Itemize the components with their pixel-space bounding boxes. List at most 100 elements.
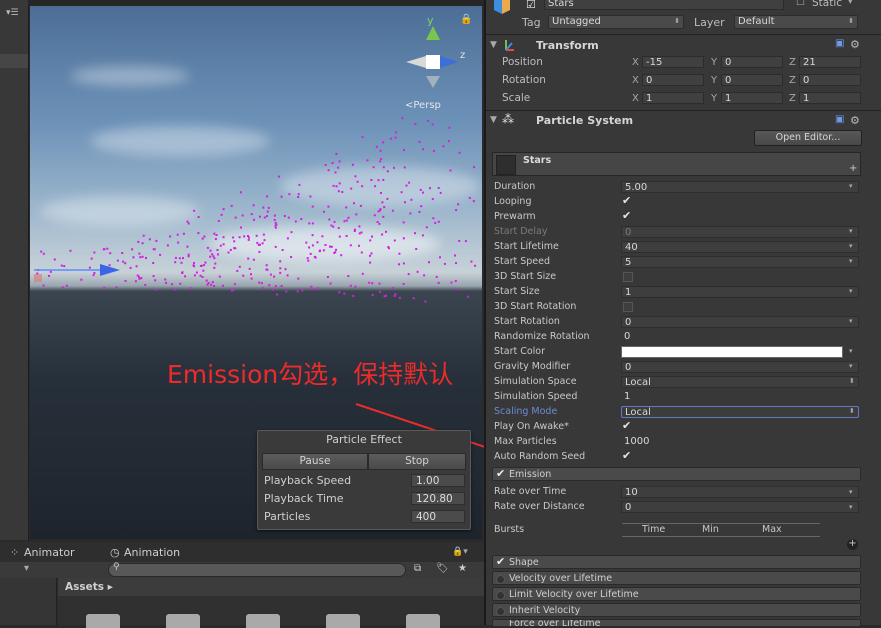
emission-module-header[interactable]: ✔ Emission [492, 467, 861, 481]
dropdown-caret-icon[interactable]: ▾ [849, 488, 853, 496]
dropdown-caret-icon[interactable]: ▾ [849, 182, 853, 190]
checkmark-icon[interactable]: ✔ [496, 555, 505, 569]
gear-icon[interactable]: ⚙ [850, 114, 860, 127]
dropdown-caret-icon[interactable]: ▾ [849, 362, 853, 370]
checkmark-icon[interactable]: ✔ [622, 419, 631, 432]
prop-value-field[interactable]: 0 [621, 361, 859, 373]
particle-dot [422, 148, 424, 151]
particle-dot [354, 285, 357, 288]
prop-value-field[interactable]: 0 [621, 331, 859, 343]
velocity-over-lifetime-header[interactable]: Velocity over Lifetime [492, 571, 861, 585]
dropdown-caret-icon[interactable]: ▾ [849, 503, 853, 511]
dropdown-caret-icon[interactable]: ▾ [849, 287, 853, 295]
dropdown-caret-icon[interactable]: ▾ [849, 257, 853, 265]
dropdown-caret-icon[interactable]: ▾ [849, 227, 853, 235]
prop-value-field[interactable]: 0 [621, 226, 859, 238]
rotation-x-field[interactable]: 0 [642, 74, 704, 86]
folder-icon[interactable] [86, 614, 120, 628]
folder-icon[interactable] [166, 614, 200, 628]
tag-dropdown[interactable]: Untagged ⬍ [548, 15, 684, 29]
create-dropdown-icon[interactable]: ▾ [24, 563, 29, 574]
checkmark-icon[interactable]: ✔ [622, 194, 631, 207]
prop-value-field[interactable]: 0 [621, 316, 859, 328]
static-checkbox[interactable]: ☐ [796, 0, 805, 8]
checkmark-icon[interactable]: ✔ [496, 467, 505, 481]
checkbox[interactable] [623, 272, 633, 282]
position-z-field[interactable]: 21 [799, 56, 861, 68]
active-checkbox[interactable]: ☑ [526, 0, 536, 11]
static-dropdown-icon[interactable]: ▾ [848, 0, 853, 7]
limit-velocity-over-lifetime-header[interactable]: Limit Velocity over Lifetime [492, 587, 861, 601]
shape-module-header[interactable]: ✔ Shape [492, 555, 861, 569]
particle-dot [359, 204, 362, 207]
layer-dropdown[interactable]: Default ⬍ [734, 15, 858, 29]
stop-button[interactable]: Stop [368, 453, 466, 470]
prop-value-field[interactable]: 1 [621, 286, 859, 298]
dropdown-caret-icon[interactable]: ⬍ [849, 407, 855, 415]
dropdown-caret-icon[interactable]: ⬍ [849, 377, 855, 385]
position-x-field[interactable]: -15 [642, 56, 704, 68]
scale-z-field[interactable]: 1 [799, 92, 861, 104]
gear-icon[interactable]: ⚙ [850, 38, 860, 51]
panel-lock-icon[interactable]: 🔒▾ [452, 547, 468, 557]
checkmark-icon[interactable]: ✔ [622, 449, 631, 462]
open-editor-button[interactable]: Open Editor... [754, 130, 862, 146]
axis-z-label: Z [789, 57, 796, 68]
selected-row[interactable] [0, 54, 28, 68]
foldout-arrow-icon[interactable]: ▼ [490, 40, 497, 50]
prop-value-field[interactable]: Local [621, 406, 859, 418]
persp-label[interactable]: <Persp [405, 100, 441, 111]
prop-value-field[interactable] [621, 346, 843, 358]
menu-icon[interactable]: ▾☰ [6, 8, 22, 18]
prop-value-field[interactable]: 5 [621, 256, 859, 268]
particle-dot [297, 277, 300, 280]
tab-animator[interactable]: Animator [24, 546, 75, 559]
help-book-icon[interactable]: ▣ [835, 38, 844, 49]
rotation-z-field[interactable]: 0 [799, 74, 861, 86]
foldout-arrow-icon[interactable]: ▼ [490, 115, 497, 125]
dropdown-caret-icon[interactable]: ▾ [849, 317, 853, 325]
dropdown-caret-icon[interactable]: ▾ [849, 347, 853, 355]
dropdown-caret-icon[interactable]: ▾ [849, 242, 853, 250]
module-toggle-checkbox[interactable] [496, 607, 505, 616]
object-name-field[interactable]: Stars [544, 0, 784, 10]
playback-speed-field[interactable]: 1.00 [411, 474, 465, 487]
playback-time-field[interactable]: 120.80 [411, 492, 465, 505]
help-book-icon[interactable]: ▣ [835, 114, 844, 125]
module-toggle-checkbox[interactable] [496, 591, 505, 600]
prop-value-field[interactable]: Local [621, 376, 859, 388]
label-icon[interactable]: 🏷 [436, 563, 449, 574]
emitter-arrow-icon[interactable] [34, 258, 124, 282]
prop-value-field[interactable]: 1 [621, 391, 859, 403]
rate-over-time-field[interactable]: 10 [621, 486, 859, 498]
scale-y-field[interactable]: 1 [721, 92, 783, 104]
gameobject-cube-icon [494, 0, 510, 14]
assets-breadcrumb[interactable]: Assets ▸ [65, 581, 113, 593]
filter-type-icon[interactable]: ⧉ [414, 563, 421, 574]
module-toggle-checkbox[interactable] [496, 575, 505, 584]
folder-icon[interactable] [406, 614, 440, 628]
add-burst-plus-icon[interactable]: + [847, 539, 858, 550]
position-y-field[interactable]: 0 [721, 56, 783, 68]
prop-label: Start Lifetime [494, 241, 559, 252]
inherit-velocity-header[interactable]: Inherit Velocity [492, 603, 861, 617]
rotation-y-field[interactable]: 0 [721, 74, 783, 86]
rate-over-distance-field[interactable]: 0 [621, 501, 859, 513]
add-plus-icon[interactable]: + [849, 163, 857, 174]
particle-dot [382, 166, 385, 169]
scale-x-field[interactable]: 1 [642, 92, 704, 104]
folder-icon[interactable] [326, 614, 360, 628]
main-module-header[interactable]: Stars + [492, 152, 861, 176]
pause-button[interactable]: Pause [262, 453, 368, 470]
tag-dropdown-icon: ⬍ [674, 17, 680, 25]
prop-value-field[interactable]: 5.00 [621, 181, 859, 193]
force-over-lifetime-header[interactable]: Force over Lifetime [492, 619, 861, 627]
checkmark-icon[interactable]: ✔ [622, 209, 631, 222]
folder-icon[interactable] [246, 614, 280, 628]
search-input[interactable]: ⚲ [108, 562, 406, 577]
prop-value-field[interactable]: 40 [621, 241, 859, 253]
checkbox[interactable] [623, 302, 633, 312]
tab-animation[interactable]: Animation [124, 546, 180, 559]
prop-value-field[interactable]: 1000 [621, 436, 859, 448]
favorite-star-icon[interactable]: ★ [458, 563, 467, 574]
